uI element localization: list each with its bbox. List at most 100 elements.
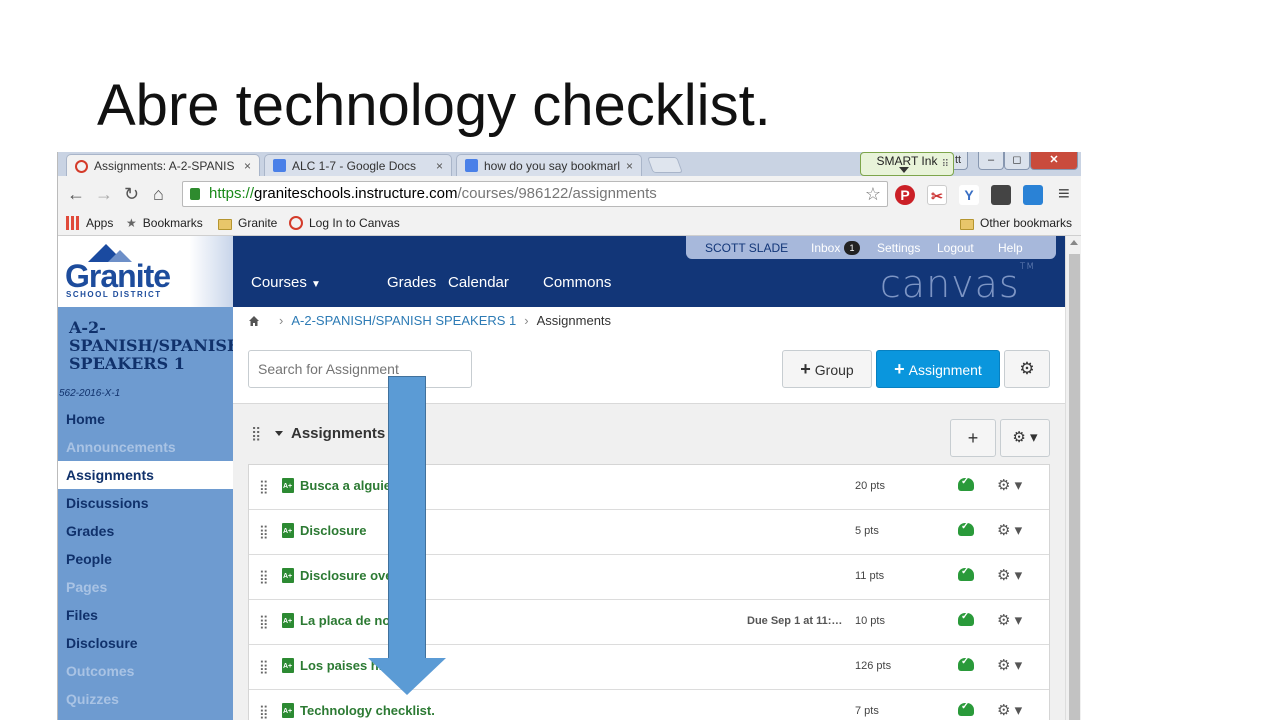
assignment-title-link[interactable]: Disclosure [300, 523, 366, 538]
logout-link[interactable]: Logout [937, 241, 974, 255]
close-tab-icon[interactable]: × [436, 159, 443, 173]
assignment-points: 7 pts [855, 705, 879, 717]
published-cloud-icon[interactable] [958, 521, 974, 536]
assignment-row[interactable]: ⣿ La placa de nombre Due Sep 1 at 11:… 1… [249, 600, 1049, 645]
tab-google-search[interactable]: how do you say bookmarl × [456, 154, 642, 176]
reload-icon[interactable]: ↻ [124, 184, 139, 204]
sidebar-item-grades[interactable]: Grades [58, 517, 233, 545]
sidebar-item-home[interactable]: Home [58, 405, 233, 433]
assignment-settings-gear-icon[interactable]: ⚙ ▾ [997, 476, 1022, 494]
pinterest-icon[interactable]: P [895, 185, 915, 205]
drag-handle-icon[interactable]: ⣿ [259, 479, 268, 495]
new-tab-button[interactable] [647, 157, 683, 173]
restore-button[interactable]: ◻ [1004, 152, 1030, 170]
collapse-caret-icon[interactable] [275, 431, 283, 436]
tab-google-docs[interactable]: ALC 1-7 - Google Docs × [264, 154, 452, 176]
assignment-row[interactable]: ⣿ Disclosure overview 11 pts ⚙ ▾ [249, 555, 1049, 600]
sidebar-item-announcements[interactable]: Announcements [58, 433, 233, 461]
sidebar-item-discussions[interactable]: Discussions [58, 489, 233, 517]
bookmark-other[interactable]: Other bookmarks [960, 216, 1072, 230]
home-icon[interactable] [249, 315, 259, 326]
bookmark-login-canvas[interactable]: Log In to Canvas [289, 216, 400, 230]
published-cloud-icon[interactable] [958, 566, 974, 581]
bookmark-star-icon[interactable]: ☆ [865, 182, 881, 206]
smart-ink-widget[interactable]: SMART Ink ⠿ [860, 152, 954, 176]
scissors-icon[interactable]: ✂ [927, 185, 947, 205]
home-icon[interactable]: ⌂ [153, 184, 164, 204]
scrollbar-thumb[interactable] [1069, 254, 1080, 720]
bookmark-apps[interactable]: Apps [66, 216, 113, 230]
add-group-button[interactable]: + Group [782, 350, 872, 388]
drag-handle-icon[interactable]: ⣿ [259, 569, 268, 585]
settings-gear-button[interactable]: ⚙ [1004, 350, 1050, 388]
assignment-settings-gear-icon[interactable]: ⚙ ▾ [997, 656, 1022, 674]
inbox-link[interactable]: Inbox [811, 241, 840, 255]
published-cloud-icon[interactable] [958, 611, 974, 626]
film-extension-icon[interactable] [991, 185, 1011, 205]
scroll-up-icon[interactable] [1070, 240, 1078, 245]
group-settings-button[interactable]: ⚙ ▾ [1000, 419, 1050, 457]
drag-handle-icon[interactable]: ⣿ [259, 614, 268, 630]
star-icon: ★ [126, 216, 137, 230]
assignment-row[interactable]: ⣿ Busca a alguien 20 pts ⚙ ▾ [249, 465, 1049, 510]
assignment-title-link[interactable]: Technology checklist. [300, 703, 435, 718]
forward-arrow-icon[interactable]: → [95, 184, 113, 204]
close-tab-icon[interactable]: × [626, 159, 633, 173]
back-arrow-icon[interactable]: ← [67, 184, 85, 204]
add-to-group-button[interactable]: + [950, 419, 996, 457]
drag-handle-icon[interactable]: ⣿ [259, 659, 268, 675]
menu-icon[interactable]: ≡ [1058, 184, 1070, 204]
grip-icon: ⠿ [941, 159, 949, 170]
settings-link[interactable]: Settings [877, 241, 920, 255]
assignment-settings-gear-icon[interactable]: ⚙ ▾ [997, 611, 1022, 629]
drag-handle-icon[interactable]: ⣿ [259, 524, 268, 540]
sidebar-item-pages[interactable]: Pages [58, 573, 233, 601]
breadcrumb-course-link[interactable]: A-2-SPANISH/SPANISH SPEAKERS 1 [291, 313, 516, 328]
sidebar-item-outcomes[interactable]: Outcomes [58, 657, 233, 685]
y-extension-icon[interactable]: Y [959, 185, 979, 205]
bookmark-bookmarks[interactable]: ★ Bookmarks [126, 216, 203, 230]
page-scrollbar[interactable] [1065, 236, 1081, 720]
key-extension-icon[interactable] [1023, 185, 1043, 205]
sidebar-item-disclosure[interactable]: Disclosure [58, 629, 233, 657]
minimize-button[interactable]: – [978, 152, 1004, 170]
assignment-settings-gear-icon[interactable]: ⚙ ▾ [997, 521, 1022, 539]
published-cloud-icon[interactable] [958, 701, 974, 716]
address-bar[interactable]: https://graniteschools.instructure.com/c… [182, 181, 888, 207]
assignment-settings-gear-icon[interactable]: ⚙ ▾ [997, 701, 1022, 719]
sidebar-item-people[interactable]: People [58, 545, 233, 573]
brand-text: canvas [879, 262, 1020, 306]
drag-handle-icon[interactable]: ⣿ [251, 425, 261, 442]
folder-icon [218, 218, 232, 230]
apps-grid-icon [66, 216, 80, 230]
user-name-link[interactable]: SCOTT SLADE [705, 241, 788, 255]
published-cloud-icon[interactable] [958, 656, 974, 671]
assignment-group-title[interactable]: Assignments [291, 425, 385, 442]
course-title-line: SPANISH/SPANISH [69, 336, 243, 355]
tab-assignments[interactable]: Assignments: A-2-SPANIS × [66, 154, 260, 177]
assignment-settings-gear-icon[interactable]: ⚙ ▾ [997, 566, 1022, 584]
course-title[interactable]: A-2- SPANISH/SPANISH SPEAKERS 1 [69, 319, 242, 373]
close-tab-icon[interactable]: × [244, 159, 251, 173]
browser-window: Assignments: A-2-SPANIS × ALC 1-7 - Goog… [57, 152, 1081, 720]
assignment-icon [282, 568, 294, 583]
assignment-row[interactable]: ⣿ Disclosure 5 pts ⚙ ▾ [249, 510, 1049, 555]
add-assignment-button[interactable]: + Assignment [876, 350, 1000, 388]
plus-icon: + [894, 359, 905, 379]
published-cloud-icon[interactable] [958, 476, 974, 491]
sidebar-item-assignments[interactable]: Assignments [58, 461, 233, 489]
bookmark-granite[interactable]: Granite [218, 216, 277, 230]
search-assignment-input[interactable] [248, 350, 472, 388]
help-link[interactable]: Help [998, 241, 1023, 255]
assignment-title-link[interactable]: Busca a alguien [300, 478, 399, 493]
sidebar-item-quizzes[interactable]: Quizzes [58, 685, 233, 713]
close-window-button[interactable]: ✕ [1030, 152, 1078, 170]
granite-logo[interactable]: Granite SCHOOL DISTRICT [58, 236, 233, 307]
nav-grades[interactable]: Grades [387, 274, 436, 291]
nav-calendar[interactable]: Calendar [448, 274, 509, 291]
nav-commons[interactable]: Commons [543, 274, 611, 291]
sidebar-item-files[interactable]: Files [58, 601, 233, 629]
drag-handle-icon[interactable]: ⣿ [259, 704, 268, 720]
bookmarks-bar: Apps ★ Bookmarks Granite Log In to Canva… [58, 212, 1081, 236]
nav-courses[interactable]: Courses ▼ [251, 274, 321, 291]
